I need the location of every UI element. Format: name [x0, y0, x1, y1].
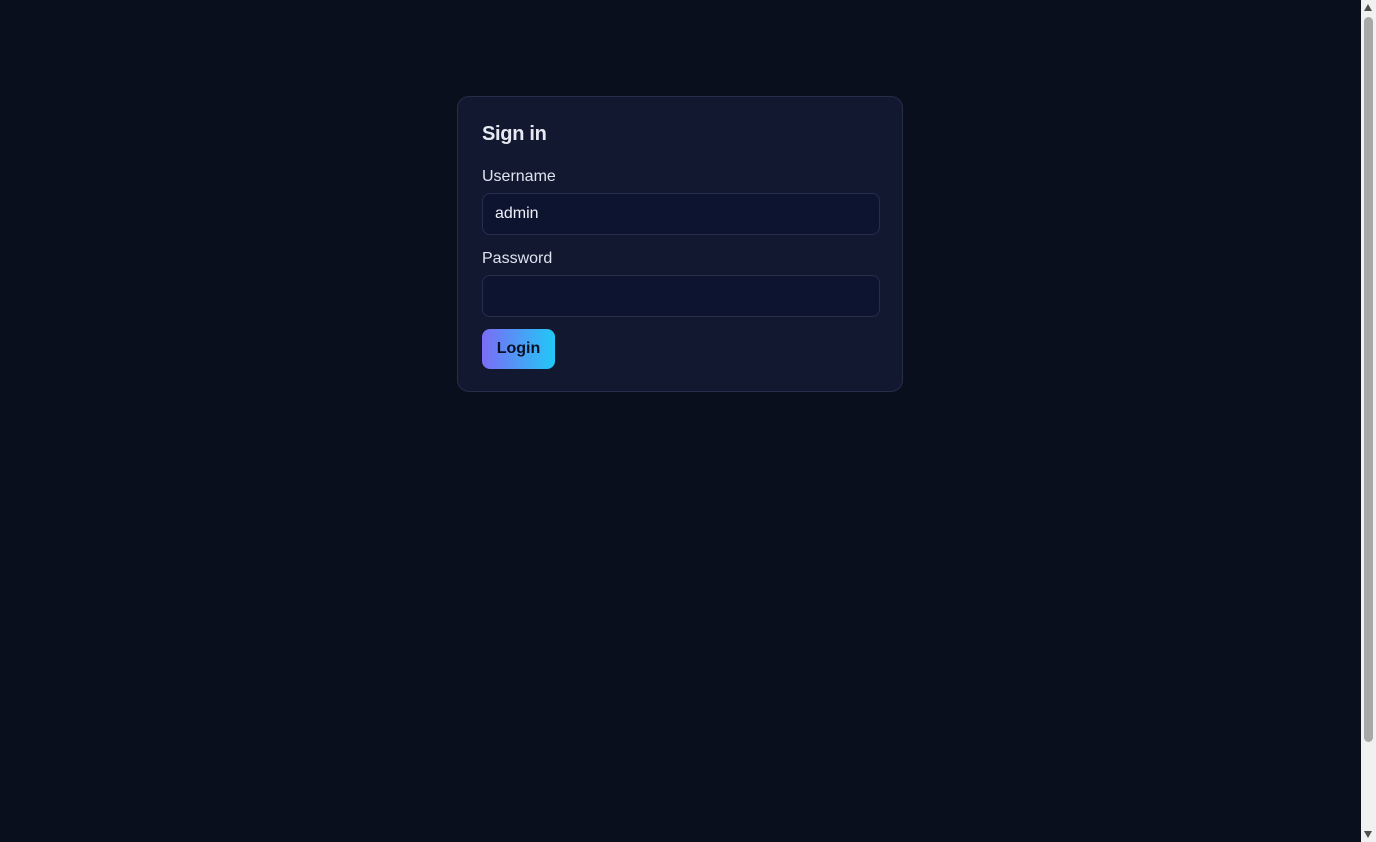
sign-in-heading: Sign in	[482, 123, 547, 145]
username-input[interactable]	[482, 193, 880, 235]
scroll-down-arrow-icon[interactable]	[1364, 831, 1372, 838]
scroll-up-arrow-icon[interactable]	[1364, 4, 1372, 11]
scroll-thumb[interactable]	[1364, 17, 1373, 742]
password-label: Password	[482, 250, 553, 267]
vertical-scrollbar[interactable]	[1361, 0, 1376, 842]
login-card: Sign in Username Password Login	[457, 96, 903, 392]
login-button[interactable]: Login	[482, 329, 555, 369]
username-label: Username	[482, 168, 556, 185]
page-background: Sign in Username Password Login	[0, 0, 1361, 842]
password-input[interactable]	[482, 275, 880, 317]
